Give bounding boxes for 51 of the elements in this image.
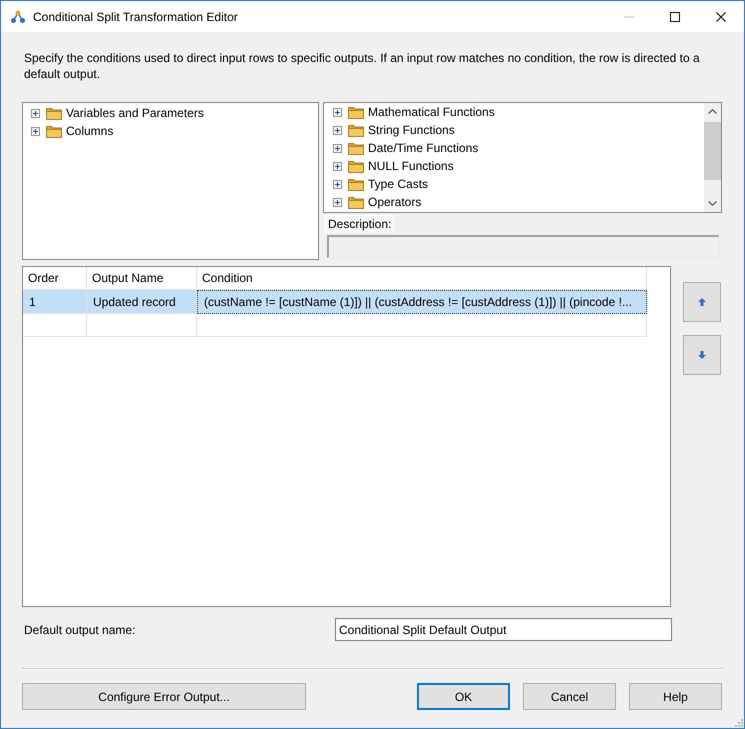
scrollbar-thumb[interactable]	[704, 122, 721, 180]
expand-icon[interactable]	[333, 144, 342, 152]
empty-table-cell[interactable]	[23, 314, 87, 337]
scroll-down-icon[interactable]	[708, 201, 717, 206]
scrollbar[interactable]	[704, 103, 721, 212]
expand-icon[interactable]	[31, 126, 40, 136]
expand-icon[interactable]	[333, 126, 342, 134]
resize-grip-icon[interactable]	[735, 719, 743, 727]
expand-icon[interactable]	[333, 162, 342, 170]
column-header[interactable]: Order	[28, 269, 59, 287]
description-label: Description:	[324, 215, 394, 233]
tree-item[interactable]: Mathematical Functions	[333, 103, 495, 121]
folder-icon	[348, 106, 364, 118]
help-button[interactable]: Help	[629, 683, 722, 710]
tree-item[interactable]: Operators	[333, 193, 422, 211]
expand-icon[interactable]	[333, 180, 342, 188]
table-cell[interactable]: 1	[23, 290, 87, 314]
expand-icon[interactable]	[31, 108, 40, 118]
default-output-label: Default output name:	[24, 622, 136, 638]
table-row[interactable]: 1 Updated record (custName != [custName (1)]) || (custAddress != [custAddress (1)]) || (pincode !...	[23, 290, 647, 314]
ok-button[interactable]: OK	[417, 683, 510, 710]
expand-icon[interactable]	[333, 198, 342, 206]
tree-item[interactable]: Date/Time Functions	[333, 139, 478, 157]
scroll-up-icon[interactable]	[708, 109, 717, 114]
folder-icon	[348, 178, 364, 190]
folder-icon	[348, 142, 364, 154]
empty-table-cell[interactable]	[197, 314, 647, 337]
arrow-down-icon	[698, 351, 706, 359]
table-cell[interactable]: Updated record	[87, 290, 197, 314]
tree-item[interactable]: NULL Functions	[333, 157, 454, 175]
folder-icon	[46, 124, 62, 138]
instructions-text: Specify the conditions used to direct input rows to specific outputs. If an input row matches no condition, the row is directed to a default output.	[24, 50, 701, 82]
folder-icon	[348, 124, 364, 136]
empty-table-cell[interactable]	[87, 314, 197, 337]
tree-item[interactable]: Columns	[31, 122, 114, 140]
expand-icon[interactable]	[333, 108, 342, 116]
tree-item[interactable]: String Functions	[333, 121, 455, 139]
branch-icon	[11, 10, 25, 23]
table-cell[interactable]: (custName != [custName (1)]) || (custAddress != [custAddress (1)]) || (pincode !...	[197, 290, 647, 314]
default-output-field[interactable]: Conditional Split Default Output	[335, 618, 672, 641]
folder-icon	[46, 106, 62, 120]
cancel-button[interactable]: Cancel	[523, 683, 616, 710]
configure-error-output-button[interactable]: Configure Error Output...	[22, 683, 306, 710]
tree-item[interactable]: Variables and Parameters	[31, 104, 204, 122]
folder-icon	[348, 160, 364, 172]
arrow-up-icon	[698, 298, 706, 306]
tree-item[interactable]: Type Casts	[333, 175, 428, 193]
column-header[interactable]: Output Name	[92, 269, 164, 287]
column-header[interactable]: Condition	[202, 269, 253, 287]
folder-icon	[348, 196, 364, 208]
window-title: Conditional Split Transformation Editor	[33, 8, 238, 26]
